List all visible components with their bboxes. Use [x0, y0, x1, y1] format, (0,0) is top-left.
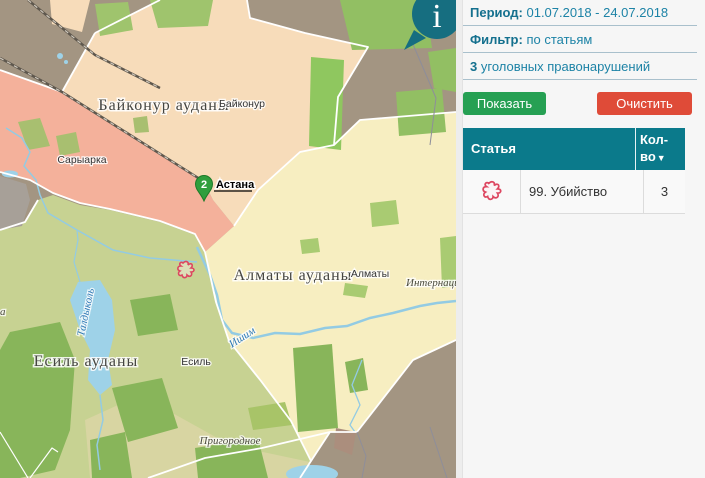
filter-row: Фильтр: по статьям — [463, 27, 705, 51]
column-header-article: Статья — [463, 128, 635, 170]
panel-scroll-strip[interactable] — [456, 0, 463, 478]
side-panel: Период: 01.07.2018 - 24.07.2018 Фильтр: … — [463, 0, 705, 478]
crime-category-icon-cell — [463, 170, 521, 213]
period-value: 01.07.2018 - 24.07.2018 — [526, 5, 668, 20]
place-label-internatsionalnoe: Интернаци — [405, 277, 456, 289]
district-label-esil: Есиль ауданы — [34, 353, 139, 370]
place-label-esil: Есиль — [181, 356, 211, 368]
show-button[interactable]: Показать — [463, 92, 546, 115]
place-label-almaty: Алматы — [351, 268, 389, 280]
place-label-prigorodnoe: Пригородное — [199, 435, 261, 447]
period-label: Период: — [470, 5, 523, 20]
violations-count-text: уголовных правонарушений — [481, 59, 650, 74]
period-row: Период: 01.07.2018 - 24.07.2018 — [463, 0, 705, 24]
crime-icon-map[interactable] — [178, 262, 194, 278]
divider — [463, 79, 697, 80]
table-row[interactable]: 99. Убийство 3 — [463, 170, 685, 214]
clear-button[interactable]: Очистить — [597, 92, 692, 115]
district-label-almaty: Алматы ауданы — [234, 267, 353, 284]
info-icon: i — [432, 0, 441, 35]
sort-desc-icon: ▼ — [657, 153, 666, 163]
divider — [463, 25, 697, 26]
place-label-saryarka: Сарыарка — [57, 154, 106, 166]
count-cell: 3 — [644, 170, 685, 213]
capital-label-astana: Астана — [216, 179, 255, 191]
map[interactable]: Байконур ауданы Байконур Сарыарка Алматы… — [0, 0, 456, 478]
marker-count: 2 — [201, 179, 207, 191]
column-header-count[interactable]: Кол-во▼ — [635, 128, 685, 170]
filter-label: Фильтр: — [470, 32, 523, 47]
place-label-edge-cut: а — [0, 306, 6, 318]
crime-category-icon — [480, 179, 504, 203]
filter-value: по статьям — [526, 32, 592, 47]
divider — [463, 52, 697, 53]
violations-count-row: 3 уголовных правонарушений — [463, 54, 705, 78]
action-buttons: Показать Очистить — [463, 81, 705, 126]
violations-count: 3 — [470, 59, 477, 74]
place-label-baykonur: Байконур — [219, 98, 265, 110]
article-cell: 99. Убийство — [521, 170, 644, 213]
articles-table: Статья Кол-во▼ 99. Убийство 3 — [463, 128, 685, 214]
district-label-baykonur: Байконур ауданы — [98, 97, 229, 114]
table-header: Статья Кол-во▼ — [463, 128, 685, 170]
